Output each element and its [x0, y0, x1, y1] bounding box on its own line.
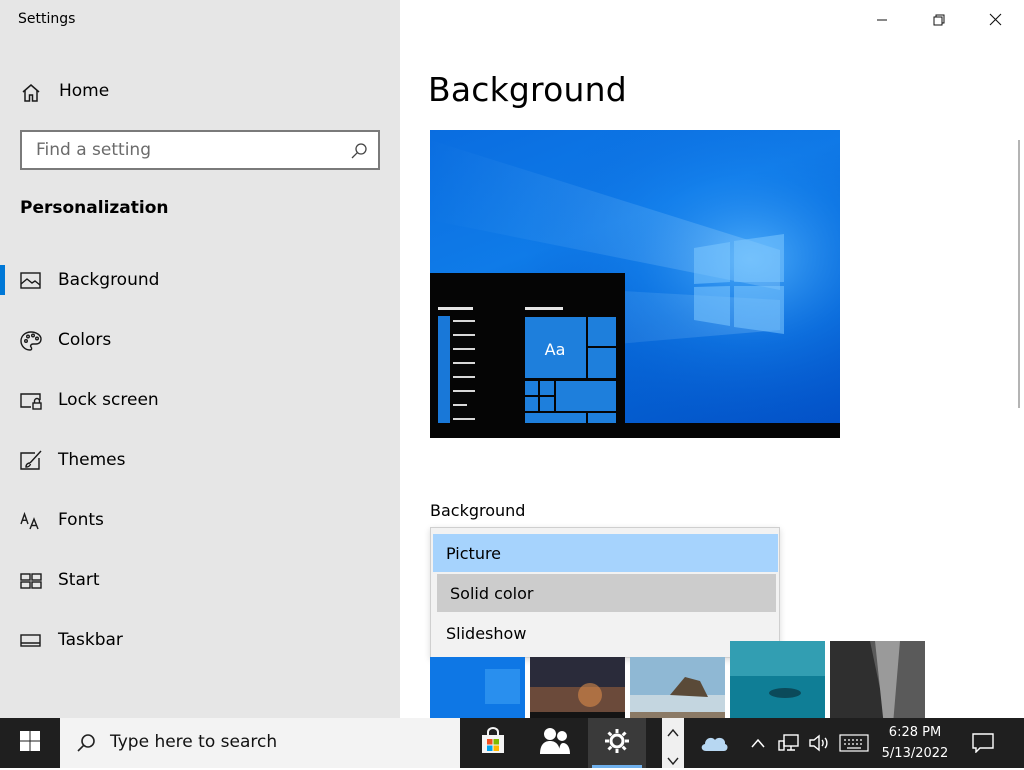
preview-artwork: Aa	[430, 130, 840, 438]
nav-item-lock-screen[interactable]: Lock screen	[0, 372, 400, 432]
onedrive-cloud-icon[interactable]	[698, 732, 730, 754]
people-icon	[539, 726, 571, 760]
gear-icon	[604, 728, 630, 758]
start-button[interactable]	[0, 718, 60, 768]
find-setting-search-box[interactable]	[20, 130, 380, 170]
start-layout-icon	[19, 569, 43, 593]
picture-icon	[19, 269, 43, 293]
thumbnail-blue-windows[interactable]	[430, 657, 525, 718]
close-button[interactable]	[967, 0, 1024, 40]
section-heading-personalization: Personalization	[20, 198, 169, 218]
action-center-notification-icon[interactable]	[970, 732, 996, 754]
home-nav-item[interactable]: Home	[0, 72, 400, 112]
search-icon	[76, 733, 96, 757]
home-icon	[20, 82, 42, 104]
personalization-nav: Background Colors Lock screen Themes Fon…	[0, 252, 400, 672]
taskbar-scroll-arrows[interactable]	[662, 718, 684, 768]
nav-item-background[interactable]: Background	[0, 252, 400, 312]
vertical-scrollbar[interactable]	[1018, 140, 1020, 408]
palette-icon	[19, 329, 43, 353]
close-icon	[989, 11, 1002, 30]
nav-label-lock-screen: Lock screen	[58, 390, 159, 410]
nav-label-colors: Colors	[58, 330, 112, 350]
preview-tile-text: Aa	[545, 340, 566, 359]
taskbar-search-placeholder: Type here to search	[110, 732, 278, 752]
dropdown-option-solid-color[interactable]: Solid color	[437, 574, 776, 612]
settings-window: Settings Home Personalization Background	[0, 0, 1024, 718]
thumbnail-rock-cliff[interactable]	[830, 641, 925, 718]
lock-screen-icon	[19, 389, 43, 413]
volume-icon[interactable]	[807, 732, 831, 754]
minimize-button[interactable]	[853, 0, 910, 40]
taskbar-app-people[interactable]	[526, 718, 584, 768]
page-title: Background	[428, 70, 627, 109]
nav-item-taskbar[interactable]: Taskbar	[0, 612, 400, 672]
windows-logo-icon	[19, 730, 41, 756]
desktop-preview: Aa	[430, 130, 840, 438]
taskbar: Type here to search 6:28 PM 5/13/2022	[0, 718, 1024, 768]
nav-item-themes[interactable]: Themes	[0, 432, 400, 492]
home-label: Home	[59, 81, 110, 101]
nav-item-colors[interactable]: Colors	[0, 312, 400, 372]
nav-label-taskbar: Taskbar	[58, 630, 123, 650]
nav-label-themes: Themes	[58, 450, 126, 470]
background-dropdown-label: Background	[430, 501, 526, 520]
chevron-up-icon[interactable]	[667, 723, 679, 742]
start-menu-mock: Aa	[430, 273, 625, 438]
taskbar-app-store[interactable]	[464, 718, 522, 768]
find-setting-input[interactable]	[22, 132, 378, 168]
nav-label-background: Background	[58, 270, 160, 290]
nav-item-fonts[interactable]: Fonts	[0, 492, 400, 552]
nav-label-fonts: Fonts	[58, 510, 104, 530]
microsoft-store-icon	[478, 727, 508, 759]
clock-date: 5/13/2022	[881, 746, 949, 761]
touch-keyboard-icon[interactable]	[838, 732, 870, 754]
themes-brush-icon	[19, 449, 43, 473]
network-icon[interactable]	[777, 732, 801, 754]
chevron-down-icon[interactable]	[667, 751, 679, 770]
show-hidden-icons-chevron-icon[interactable]	[748, 732, 768, 754]
taskbar-icon	[19, 629, 43, 653]
sidebar: Settings Home Personalization Background	[0, 0, 400, 718]
nav-item-start[interactable]: Start	[0, 552, 400, 612]
search-icon[interactable]	[350, 142, 368, 160]
minimize-icon	[876, 11, 888, 30]
app-title: Settings	[18, 11, 76, 27]
taskbar-clock[interactable]: 6:28 PM 5/13/2022	[872, 722, 958, 764]
picture-thumbnails	[430, 641, 930, 718]
taskbar-app-settings[interactable]	[588, 718, 646, 768]
thumbnail-underwater-diver[interactable]	[730, 641, 825, 718]
background-dropdown-list[interactable]: Picture Solid color Slideshow	[430, 527, 780, 658]
restore-icon	[933, 11, 945, 30]
thumbnail-beach-rocks[interactable]	[630, 657, 725, 718]
dropdown-option-picture[interactable]: Picture	[433, 534, 778, 572]
clock-time: 6:28 PM	[888, 725, 942, 740]
nav-label-start: Start	[58, 570, 100, 590]
thumbnail-night-sky[interactable]	[530, 657, 625, 718]
taskbar-search-box[interactable]: Type here to search	[60, 718, 460, 768]
fonts-icon	[19, 509, 43, 533]
restore-button[interactable]	[910, 0, 967, 40]
